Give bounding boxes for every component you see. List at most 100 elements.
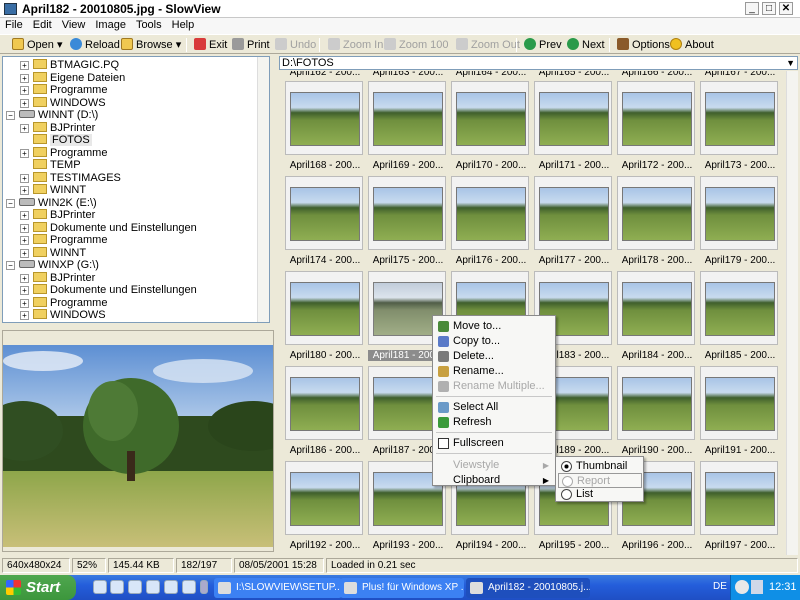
tree-scrollbar[interactable]: [257, 57, 269, 322]
expand-toggle-icon[interactable]: −: [6, 111, 15, 120]
thumbnail-item[interactable]: April190 - 200...: [617, 366, 697, 458]
expand-toggle-icon[interactable]: +: [20, 73, 29, 83]
language-indicator[interactable]: DE: [713, 581, 727, 592]
thumbnail-item[interactable]: April191 - 200...: [700, 366, 780, 458]
tree-item[interactable]: + WINDOWS: [20, 96, 106, 109]
address-bar[interactable]: D:\FOTOS ▼: [279, 56, 798, 70]
expand-toggle-icon[interactable]: +: [20, 286, 29, 295]
menu-tools[interactable]: Tools: [131, 18, 167, 31]
next-button[interactable]: Next: [567, 37, 605, 53]
tree-item[interactable]: + WINDOWS: [20, 309, 106, 321]
undo-button[interactable]: Undo: [275, 37, 316, 53]
tree-item[interactable]: + Eigene Dateien: [20, 71, 125, 84]
tree-item[interactable]: + Programme: [20, 296, 107, 309]
expand-toggle-icon[interactable]: +: [20, 211, 29, 220]
thumbnail-item[interactable]: April176 - 200...: [451, 176, 531, 268]
menu-help[interactable]: Help: [167, 18, 200, 31]
context-menu-item[interactable]: Select All: [435, 400, 553, 415]
context-menu-item[interactable]: Rename...: [435, 364, 553, 379]
options-button[interactable]: Options: [617, 37, 670, 53]
expand-toggle-icon[interactable]: +: [20, 98, 29, 108]
volume-icon[interactable]: [751, 580, 763, 594]
tree-item[interactable]: + Programme: [20, 146, 107, 159]
tree-item[interactable]: + BJPrinter: [20, 271, 95, 284]
zoom-in-button[interactable]: Zoom In: [328, 37, 383, 53]
menu-view[interactable]: View: [57, 18, 91, 31]
tree-item[interactable]: + Dokumente und Einstellungen: [20, 221, 197, 234]
expand-toggle-icon[interactable]: −: [6, 261, 15, 270]
thumbnail-item[interactable]: April171 - 200...: [534, 81, 614, 173]
context-menu-item[interactable]: Clipboard ▶: [435, 473, 553, 488]
thumbnail-item[interactable]: April192 - 200...: [285, 461, 365, 553]
context-menu-item[interactable]: Delete...: [435, 349, 553, 364]
viewstyle-option[interactable]: Thumbnail: [558, 459, 642, 474]
expand-toggle-icon[interactable]: +: [20, 248, 29, 258]
menu-image[interactable]: Image: [90, 18, 131, 31]
tray-icon[interactable]: [735, 580, 749, 594]
context-menu-item[interactable]: Refresh: [435, 415, 553, 430]
context-menu-item[interactable]: Rename Multiple...: [435, 379, 553, 394]
thumbnail-item[interactable]: April184 - 200...: [617, 271, 697, 363]
tree-item[interactable]: − WINNT (D:\): [6, 109, 98, 121]
zoom-100-button[interactable]: Zoom 100: [384, 37, 449, 53]
context-menu-item[interactable]: Copy to...: [435, 334, 553, 349]
thumbnail-item[interactable]: April186 - 200...: [285, 366, 365, 458]
thumbnail-item[interactable]: April172 - 200...: [617, 81, 697, 173]
expand-toggle-icon[interactable]: +: [20, 311, 29, 320]
tree-item[interactable]: + TESTIMAGES: [20, 171, 121, 184]
task-slowview[interactable]: April182 - 20010805.j...: [466, 578, 590, 598]
ie-icon[interactable]: [93, 580, 107, 594]
prev-button[interactable]: Prev: [524, 37, 562, 53]
explorer-icon[interactable]: [110, 580, 124, 594]
expand-toggle-icon[interactable]: +: [20, 186, 29, 195]
context-menu-item[interactable]: Viewstyle ▶: [435, 458, 553, 473]
tree-item[interactable]: FOTOS: [20, 134, 92, 146]
quicklaunch-icon[interactable]: [182, 580, 196, 594]
tree-item[interactable]: + Programme: [20, 84, 107, 96]
tree-item[interactable]: + BJPrinter: [20, 209, 95, 221]
thumbnail-item[interactable]: April179 - 200...: [700, 176, 780, 268]
thumbnail-item[interactable]: April175 - 200...: [368, 176, 448, 268]
start-button[interactable]: Start: [0, 575, 76, 600]
browse-button[interactable]: Browse ▾: [121, 37, 181, 53]
tree-item[interactable]: + BJPrinter: [20, 121, 95, 134]
thumbnail-item[interactable]: April197 - 200...: [700, 461, 780, 553]
quicklaunch-more-icon[interactable]: [200, 580, 208, 594]
context-menu-item[interactable]: Move to...: [435, 319, 553, 334]
exit-button[interactable]: Exit: [194, 37, 227, 53]
menu-file[interactable]: File: [0, 18, 28, 31]
thumbnail-item[interactable]: April177 - 200...: [534, 176, 614, 268]
menu-edit[interactable]: Edit: [28, 18, 57, 31]
task-plus[interactable]: Plus! für Windows XP ...: [340, 578, 464, 598]
expand-toggle-icon[interactable]: +: [20, 86, 29, 95]
expand-toggle-icon[interactable]: +: [20, 123, 29, 133]
chevron-down-icon[interactable]: ▼: [786, 57, 795, 69]
expand-toggle-icon[interactable]: +: [20, 298, 29, 308]
thumbnail-item[interactable]: April173 - 200...: [700, 81, 780, 173]
folder-tree[interactable]: + BTMAGIC.PQ + Eigene Dateien + Programme + WIN…: [2, 56, 270, 323]
task-setup[interactable]: I:\SLOWVIEW\SETUP...: [214, 578, 342, 598]
thumbnail-scrollbar[interactable]: [786, 71, 798, 555]
expand-toggle-icon[interactable]: +: [20, 173, 29, 183]
expand-toggle-icon[interactable]: +: [20, 148, 29, 158]
expand-toggle-icon[interactable]: +: [20, 236, 29, 245]
viewstyle-option[interactable]: Report: [558, 473, 642, 488]
tree-item[interactable]: + WINNT: [20, 184, 86, 196]
expand-toggle-icon[interactable]: +: [20, 223, 29, 233]
thumbnail-item[interactable]: April174 - 200...: [285, 176, 365, 268]
minimize-button[interactable]: _: [745, 2, 759, 15]
maximize-button[interactable]: □: [762, 2, 776, 15]
outlook-icon[interactable]: [128, 580, 142, 594]
close-button[interactable]: ✕: [779, 2, 793, 15]
show-desktop-icon[interactable]: [164, 580, 178, 594]
thumbnail-item[interactable]: April185 - 200...: [700, 271, 780, 363]
tree-item[interactable]: + Programme: [20, 234, 107, 246]
viewstyle-option[interactable]: List: [558, 487, 642, 502]
zoom-out-button[interactable]: Zoom Out: [456, 37, 520, 53]
tree-item[interactable]: + BTMAGIC.PQ: [20, 59, 119, 71]
thumbnail-item[interactable]: April168 - 200...: [285, 81, 365, 173]
thumbnail-item[interactable]: April170 - 200...: [451, 81, 531, 173]
tree-item[interactable]: TEMP: [20, 159, 81, 171]
tree-item[interactable]: − WINXP (G:\): [6, 259, 99, 271]
print-button[interactable]: Print: [232, 37, 270, 53]
